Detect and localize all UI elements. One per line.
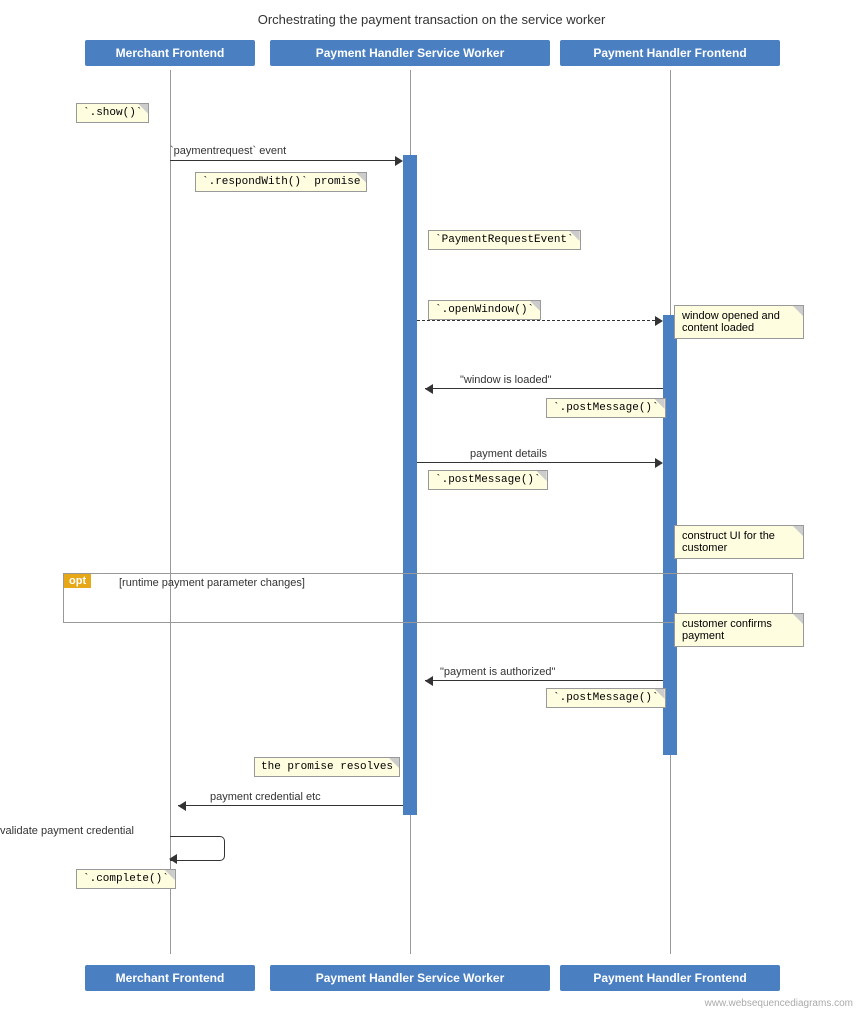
customer-confirms-note: customer confirms payment bbox=[674, 613, 804, 647]
lifeline-header-payment-frontend-bottom: Payment Handler Frontend bbox=[560, 965, 780, 991]
activation-box-service-worker bbox=[403, 155, 417, 815]
arrow-payment-credential bbox=[170, 805, 403, 815]
lifeline-merchant bbox=[170, 70, 171, 954]
lifeline-header-service-worker: Payment Handler Service Worker bbox=[270, 40, 550, 66]
lifeline-header-service-worker-bottom: Payment Handler Service Worker bbox=[270, 965, 550, 991]
diagram-title: Orchestrating the payment transaction on… bbox=[0, 0, 863, 35]
lifeline-header-merchant-bottom: Merchant Frontend bbox=[85, 965, 255, 991]
self-arrow bbox=[170, 836, 225, 861]
post-message-1-note: `.postMessage()` bbox=[546, 398, 666, 418]
diagram-container: Orchestrating the payment transaction on… bbox=[0, 0, 863, 1019]
arrow-paymentrequest bbox=[170, 160, 403, 170]
lifeline-header-merchant: Merchant Frontend bbox=[85, 40, 255, 66]
respond-with-note: `.respondWith()` promise bbox=[195, 172, 367, 192]
label-payment-authorized: "payment is authorized" bbox=[440, 666, 555, 678]
complete-note: `.complete()` bbox=[76, 869, 176, 889]
lifeline-header-payment-frontend: Payment Handler Frontend bbox=[560, 40, 780, 66]
watermark: www.websequencediagrams.com bbox=[705, 998, 853, 1009]
label-validate-payment: validate payment credential bbox=[0, 825, 134, 837]
post-message-2-note: `.postMessage()` bbox=[428, 470, 548, 490]
opt-label: opt bbox=[64, 574, 91, 588]
promise-resolves-note: the promise resolves bbox=[254, 757, 400, 777]
construct-ui-note: construct UI for the customer bbox=[674, 525, 804, 559]
label-payment-details: payment details bbox=[470, 448, 547, 460]
label-window-loaded: "window is loaded" bbox=[460, 374, 552, 386]
post-message-3-note: `.postMessage()` bbox=[546, 688, 666, 708]
label-payment-credential: payment credential etc bbox=[210, 791, 321, 803]
opt-condition: [runtime payment parameter changes] bbox=[119, 577, 305, 589]
payment-request-event-note: `PaymentRequestEvent` bbox=[428, 230, 581, 250]
window-opened-note: window opened and content loaded bbox=[674, 305, 804, 339]
arrow-open-window bbox=[417, 320, 663, 330]
self-arrow-head bbox=[169, 854, 177, 864]
label-paymentrequest: `paymentrequest` event bbox=[170, 145, 286, 157]
arrow-window-loaded bbox=[417, 388, 663, 398]
open-window-note: `.openWindow()` bbox=[428, 300, 541, 320]
show-note: `.show()` bbox=[76, 103, 149, 123]
